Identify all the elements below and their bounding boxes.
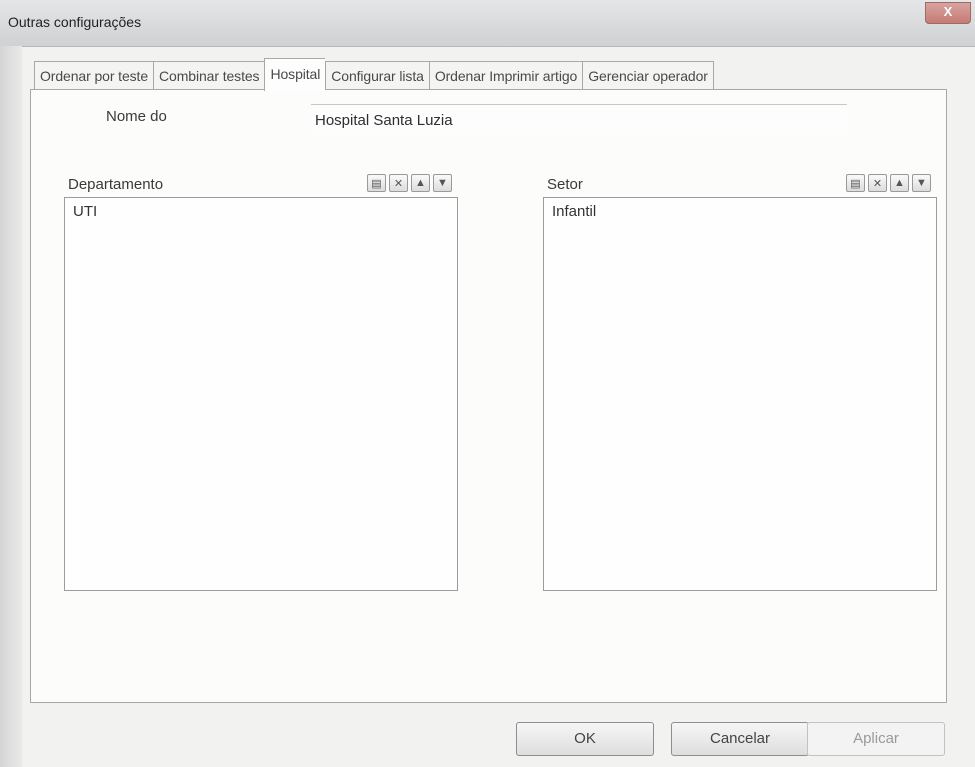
- setor-add-button[interactable]: ▤: [846, 174, 865, 192]
- tab-hospital[interactable]: Hospital: [264, 58, 326, 91]
- setor-header: Setor ▤ ✕ ▲ ▼: [543, 172, 935, 196]
- tab-bar: Ordenar por teste Combinar testes Hospit…: [34, 58, 714, 91]
- up-arrow-icon: ▲: [415, 177, 426, 189]
- tab-gerenciar-operador[interactable]: Gerenciar operador: [582, 61, 714, 90]
- setor-label: Setor: [547, 176, 583, 193]
- tab-configurar-lista[interactable]: Configurar lista: [325, 61, 429, 90]
- departamento-move-down-button[interactable]: ▼: [433, 174, 452, 192]
- ok-button[interactable]: OK: [516, 722, 654, 756]
- tab-ordenar-imprimir-artigo[interactable]: Ordenar Imprimir artigo: [428, 61, 583, 90]
- departamento-list[interactable]: UTI: [64, 197, 458, 591]
- departamento-label: Departamento: [68, 176, 164, 193]
- setor-delete-button[interactable]: ✕: [868, 174, 887, 192]
- hospital-name-label: Nome do: [106, 108, 167, 125]
- departamento-add-button[interactable]: ▤: [367, 174, 386, 192]
- up-arrow-icon: ▲: [894, 177, 905, 189]
- departamento-header: Departamento ▤ ✕ ▲ ▼: [64, 172, 456, 196]
- setor-list[interactable]: Infantil: [543, 197, 937, 591]
- add-icon: ▤: [850, 177, 861, 190]
- title-bar: Outras configurações X: [0, 0, 975, 47]
- close-button[interactable]: X: [925, 2, 971, 24]
- hospital-name-input[interactable]: [311, 104, 847, 136]
- tab-combinar-testes[interactable]: Combinar testes: [153, 61, 265, 90]
- close-icon: X: [943, 4, 953, 19]
- cancel-button[interactable]: Cancelar: [671, 722, 809, 756]
- delete-icon: ✕: [872, 177, 883, 190]
- departamento-move-up-button[interactable]: ▲: [411, 174, 430, 192]
- delete-icon: ✕: [393, 177, 404, 190]
- list-item[interactable]: UTI: [73, 203, 97, 220]
- down-arrow-icon: ▼: [437, 177, 448, 189]
- departamento-delete-button[interactable]: ✕: [389, 174, 408, 192]
- setor-move-up-button[interactable]: ▲: [890, 174, 909, 192]
- list-item[interactable]: Infantil: [552, 203, 596, 220]
- setor-move-down-button[interactable]: ▼: [912, 174, 931, 192]
- window-left-edge: [0, 46, 22, 767]
- apply-button[interactable]: Aplicar: [807, 722, 945, 756]
- window-title: Outras configurações: [8, 14, 142, 30]
- down-arrow-icon: ▼: [916, 177, 927, 189]
- tab-ordenar-por-teste[interactable]: Ordenar por teste: [34, 61, 154, 90]
- add-icon: ▤: [371, 177, 382, 190]
